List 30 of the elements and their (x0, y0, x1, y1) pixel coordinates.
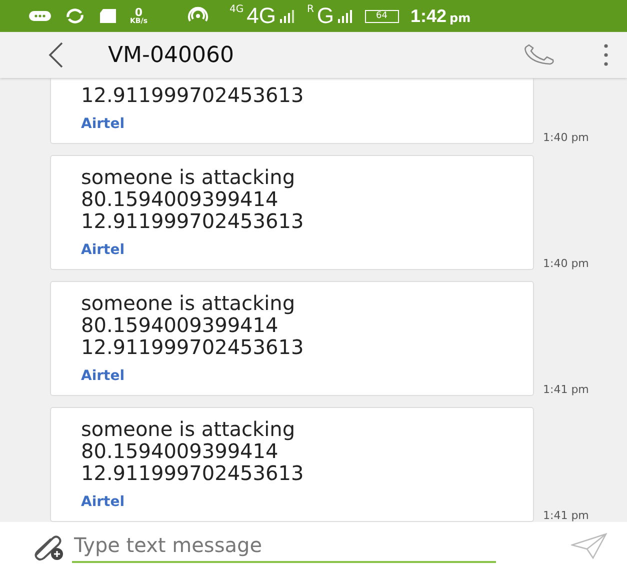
phone-icon[interactable] (523, 44, 555, 66)
battery-level: 64 (365, 10, 398, 22)
message-input-field[interactable]: Type text message (72, 529, 496, 563)
sync-icon (64, 7, 86, 25)
message-sender: Airtel (81, 368, 125, 384)
message-icon (28, 8, 52, 24)
message-text: someone is attacking 80.1594009399414 12.911999702453613 (81, 166, 304, 232)
message-time: 1:40 pm (543, 131, 589, 144)
clock-time: 1:42 (410, 6, 447, 26)
message-text: someone is attacking 80.1594009399414 12.911999702453613 (81, 418, 304, 484)
signal-icon (278, 9, 295, 23)
clock-suffix: pm (450, 11, 471, 25)
message-text: someone is attacking 80.1594009399414 12.911999702453613 (81, 292, 304, 358)
network-type: 4G (246, 3, 276, 29)
message-text: 12.911999702453613 (81, 84, 304, 106)
message-sender: Airtel (81, 494, 125, 510)
message-sender: Airtel (81, 116, 125, 132)
roaming-indicator: R (306, 4, 314, 15)
message-time: 1:41 pm (543, 509, 589, 522)
conversation-title: VM-040060 (108, 42, 235, 68)
speed-value: 0 (134, 7, 143, 18)
message-time: 1:40 pm (543, 257, 589, 270)
message-sender: Airtel (81, 242, 125, 258)
back-icon[interactable] (48, 42, 64, 68)
more-options-icon[interactable] (603, 43, 609, 67)
network-type: G (316, 3, 334, 29)
network-type: 4G (229, 4, 244, 15)
signal-icon (337, 9, 354, 23)
sd-card-icon (98, 7, 118, 25)
message-time: 1:41 pm (543, 383, 589, 396)
